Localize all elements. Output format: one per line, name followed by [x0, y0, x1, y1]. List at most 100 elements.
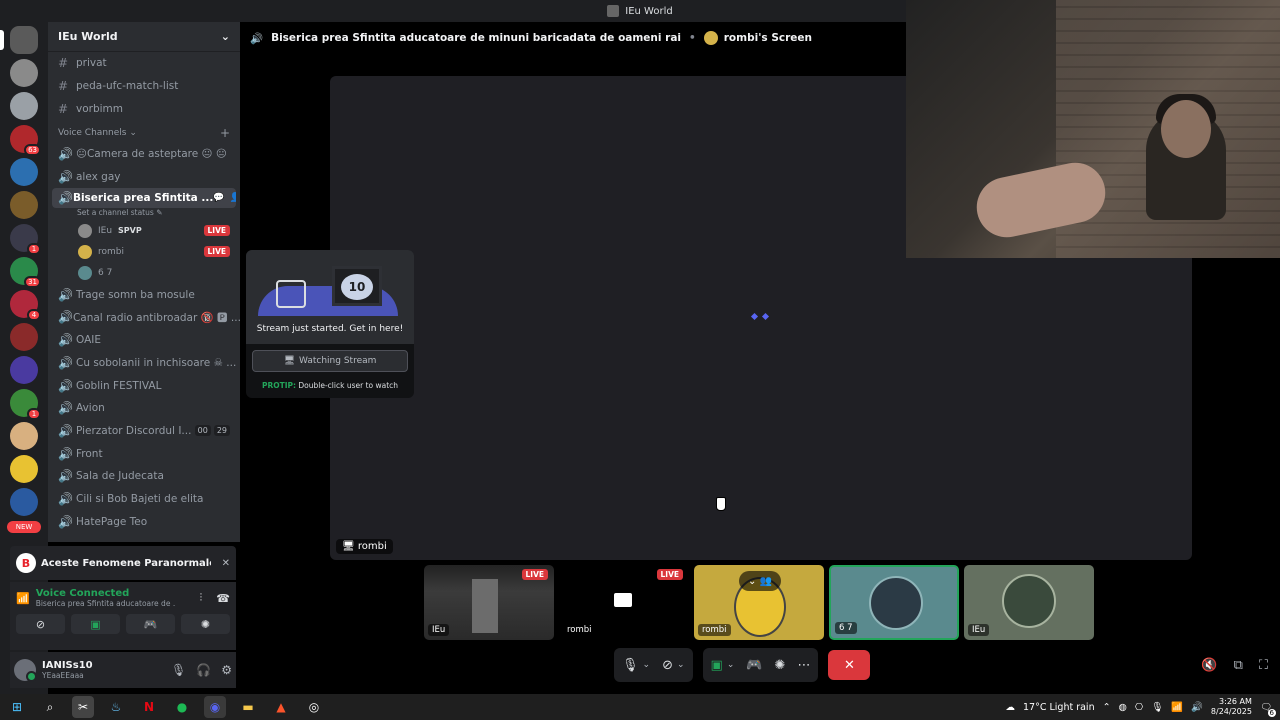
voice-member[interactable]: rombi LIVE — [48, 241, 240, 262]
channel-name: Cili si Bob Bajeti de elita — [76, 492, 204, 505]
server-icon[interactable]: 1 — [10, 389, 41, 420]
home-icon[interactable] — [0, 26, 38, 54]
search-icon[interactable]: ⌕ — [39, 696, 61, 718]
server-icon[interactable]: 4 — [10, 290, 41, 321]
voice-channel-selected[interactable]: 🔊 Biserica prea Sfintita ... 💬 👤 ⚙ — [52, 188, 236, 209]
participant-tile[interactable]: LIVE rombi — [559, 565, 689, 640]
voice-channel[interactable]: 🔊 Front — [48, 442, 240, 465]
microphone-icon[interactable]: 🎙 — [171, 663, 186, 677]
soundboard-icon[interactable]: ✺ — [775, 658, 786, 673]
gear-icon[interactable]: ⚙ — [221, 663, 232, 677]
voice-channel[interactable]: 🔊 Cu sobolanii in inchisoare ☠ ... — [48, 352, 240, 375]
fullscreen-icon[interactable]: ⛶ — [1259, 658, 1268, 673]
voice-channel[interactable]: 🔊 alex gay — [48, 166, 240, 189]
server-icon[interactable] — [10, 323, 38, 351]
activities-button[interactable]: 🎮 — [126, 614, 175, 634]
activity-notice[interactable]: B Aceste Fenomene Paranormale S... ✕ — [10, 546, 236, 580]
participant-tile[interactable]: LIVE IEu — [424, 565, 554, 640]
voice-channel[interactable]: 🔊 Canal radio antibroadar 🔞 🅿 ... — [48, 306, 240, 329]
microphone-icon[interactable]: 🎙 — [1151, 702, 1163, 713]
voice-member[interactable]: 6 7 — [48, 262, 240, 283]
new-badge[interactable]: NEW — [7, 521, 41, 533]
network-icon[interactable]: ⎔ — [1135, 702, 1143, 713]
tray-app-icon[interactable]: ◍ — [1119, 702, 1127, 713]
spotify-icon[interactable]: ● — [171, 696, 193, 718]
stop-stream-button[interactable]: ✕ — [828, 650, 871, 680]
server-icon[interactable] — [10, 488, 38, 516]
chat-icon[interactable]: 💬 — [213, 193, 224, 203]
popout-icon[interactable]: ⧉ — [1234, 658, 1243, 673]
steam-icon[interactable]: ♨ — [105, 696, 127, 718]
app-icon-capcut[interactable]: ✂ — [72, 696, 94, 718]
voice-channel-link[interactable]: Biserica prea Sfintita aducatoare de ... — [36, 599, 176, 608]
netflix-icon[interactable]: N — [138, 696, 160, 718]
voice-channel[interactable]: 🔊 Avion — [48, 397, 240, 420]
voice-channel[interactable]: 🔊 Goblin FESTIVAL — [48, 374, 240, 397]
chevron-up-icon[interactable]: ⌃ — [1103, 702, 1111, 713]
avatar[interactable] — [14, 659, 37, 682]
server-icon[interactable]: 1 — [10, 224, 41, 255]
server-icon[interactable] — [10, 158, 38, 186]
camera-off-button[interactable]: ⊘ — [16, 614, 65, 634]
text-channel[interactable]: # peda-ufc-match-list — [48, 75, 240, 98]
screen-share-button[interactable]: ▣ — [71, 614, 120, 634]
screen-share-icon[interactable]: ▣ — [711, 658, 723, 673]
chevron-down-icon: ⌄ — [129, 128, 137, 139]
guild-header[interactable]: IEu World ⌄ — [48, 22, 240, 52]
hashtag-icon: # — [58, 79, 69, 94]
server-icon[interactable]: 63 — [10, 125, 41, 156]
voice-channel[interactable]: 🔊 HatePage Teo — [48, 510, 240, 533]
text-channel[interactable]: # privat — [48, 52, 240, 75]
voice-channel[interactable]: 🔊 Cili si Bob Bajeti de elita — [48, 488, 240, 511]
server-icon[interactable] — [10, 422, 38, 450]
voice-status[interactable]: Voice Connected — [36, 588, 176, 599]
add-channel-icon[interactable]: + — [220, 126, 230, 140]
noise-suppression-icon[interactable]: ⫶ — [200, 591, 203, 605]
server-icon[interactable] — [10, 455, 38, 483]
voice-category[interactable]: Voice Channels ⌄ + — [48, 123, 240, 143]
camera-preview[interactable] — [906, 0, 1280, 258]
channel-status[interactable]: Set a channel status ✎ — [48, 208, 240, 220]
obs-icon[interactable]: ◎ — [303, 696, 325, 718]
voice-channel[interactable]: 🔊 😐Camera de asteptare 😐 😐 — [48, 143, 240, 166]
chevron-down-icon[interactable]: ⌄ — [643, 660, 651, 670]
participant-tile[interactable]: IEu — [964, 565, 1094, 640]
voice-channel[interactable]: 🔊 Pierzator Discordul I... 00 29 — [48, 420, 240, 443]
more-icon[interactable]: ⋯ — [797, 658, 810, 673]
server-icon[interactable] — [10, 59, 38, 87]
live-badge: LIVE — [203, 225, 230, 237]
volume-mute-icon[interactable]: 🔇 — [1201, 658, 1217, 673]
server-icon[interactable]: 31 — [10, 257, 41, 288]
invite-icon[interactable]: 👤 — [230, 193, 236, 203]
notification-icon[interactable]: 🗨 6 — [1260, 702, 1276, 717]
tile-controls[interactable]: ⌄ 👥 — [739, 571, 781, 591]
soundboard-button[interactable]: ✺ — [181, 614, 230, 634]
windows-start-icon[interactable]: ⊞ — [6, 696, 28, 718]
discord-icon[interactable]: ◉ — [204, 696, 226, 718]
file-explorer-icon[interactable]: ▬ — [237, 696, 259, 718]
clock[interactable]: 3:26 AM 8/24/2025 — [1211, 697, 1252, 717]
voice-channel[interactable]: 🔊 Sala de Judecata — [48, 465, 240, 488]
wifi-icon[interactable]: 📶 — [1171, 702, 1183, 713]
volume-icon[interactable]: 🔊 — [1191, 702, 1203, 713]
headphones-icon[interactable]: 🎧 — [196, 663, 211, 677]
brave-icon[interactable]: ▲ — [270, 696, 292, 718]
server-icon[interactable] — [10, 191, 38, 219]
disconnect-icon[interactable]: ☎ — [216, 592, 230, 605]
chevron-down-icon[interactable]: ⌄ — [677, 660, 685, 670]
chevron-down-icon[interactable]: ⌄ — [727, 660, 735, 670]
server-icon[interactable] — [10, 356, 38, 384]
voice-channel[interactable]: 🔊 OAIE — [48, 329, 240, 352]
weather-text[interactable]: 17°C Light rain — [1023, 702, 1095, 713]
close-icon[interactable]: ✕ — [222, 558, 230, 569]
server-icon[interactable] — [10, 92, 38, 120]
participant-tile[interactable]: ⌄ 👥 rombi — [694, 565, 824, 640]
camera-off-icon[interactable]: ⊘ — [662, 658, 673, 673]
microphone-icon[interactable]: 🎙 — [622, 658, 639, 673]
text-channel[interactable]: # vorbimm — [48, 97, 240, 120]
gamepad-icon[interactable]: 🎮 — [746, 658, 762, 673]
participant-tile[interactable]: 6 7 — [829, 565, 959, 640]
voice-channel[interactable]: 🔊 Trage somn ba mosule — [48, 283, 240, 306]
watching-stream-button[interactable]: 🖥 Watching Stream — [252, 350, 408, 372]
voice-member[interactable]: IEu SPVP LIVE — [48, 220, 240, 241]
